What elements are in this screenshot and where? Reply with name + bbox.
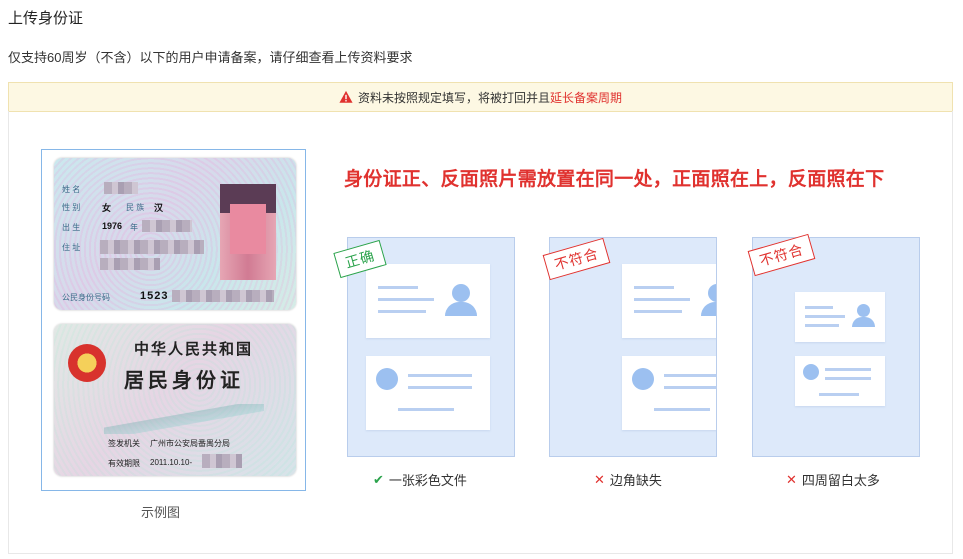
blurred-address [100,240,204,254]
sample-correct [347,237,515,457]
id-number-prefix: 1523 [140,290,169,302]
person-avatar-icon [857,304,870,317]
warning-highlight: 延长备案周期 [550,90,623,105]
great-wall-pattern [104,404,264,434]
blurred-validity [202,454,242,468]
caption-correct-text: 一张彩色文件 [388,473,467,488]
validity-value: 2011.10.10- [150,458,193,467]
mini-card-back [795,356,885,406]
check-icon: ✔ [373,471,384,487]
warning-bar: 资料未按照规定填写，将被打回并且 延长备案周期 [8,82,953,112]
caption-too-much-margin-text: 四周留白太多 [801,473,880,488]
emblem-icon [632,368,654,390]
birth-label: 出 生 [62,223,81,232]
placement-headline: 身份证正、反面照片需放置在同一处，正面照在上，反面照在下 [344,169,885,190]
portrait-face [230,204,266,254]
gender-label: 性 别 [62,203,81,212]
ethnicity-label: 民 族 [126,203,145,212]
caption-corner-missing-text: 边角缺失 [609,473,662,488]
mini-card-back [366,356,490,430]
warning-text: 资料未按照规定填写，将被打回并且 [357,90,550,105]
sample-too-much-margin [752,237,920,457]
national-emblem-icon [68,344,106,382]
blurred-birth [142,220,192,232]
id-number-label: 公民身份号码 [62,293,110,302]
blurred-address-2 [100,258,160,270]
back-title-country: 中华人民共和国 [134,340,254,358]
example-id-image: 姓 名 性 别 女 民 族 汉 出 生 1976 年 住 址 公民身份号码 15… [41,149,306,491]
blurred-id-number [172,290,274,302]
birth-year-suffix: 年 [130,223,138,232]
mini-card-front [366,264,490,338]
id-card-front: 姓 名 性 别 女 民 族 汉 出 生 1976 年 住 址 公民身份号码 15… [54,158,296,310]
person-avatar-icon [708,284,716,302]
back-title-card: 居民身份证 [124,368,244,392]
name-label: 姓 名 [62,185,81,194]
issuer-label: 签发机关 [108,439,140,448]
warning-triangle-icon [339,90,353,103]
ethnicity-value: 汉 [154,203,164,213]
mini-card-back [622,356,716,430]
blurred-name [104,182,138,194]
address-label: 住 址 [62,243,81,252]
caption-corner-missing: ✕ 边角缺失 [594,470,662,489]
mini-card-front [622,264,716,338]
emblem-icon [803,364,819,380]
cross-icon: ✕ [786,471,797,487]
page-title: 上传身份证 [8,10,84,27]
example-caption: 示例图 [141,505,181,520]
mini-card-front [795,292,885,342]
person-avatar-icon [452,284,470,302]
emblem-icon [376,368,398,390]
gender-value: 女 [102,203,112,213]
birth-year: 1976 [102,221,123,231]
upload-requirement-subtitle: 仅支持60周岁（不含）以下的用户申请备案，请仔细查看上传资料要求 [8,50,413,65]
caption-correct: ✔ 一张彩色文件 [373,470,467,489]
issuer-value: 广州市公安局番禺分局 [150,439,230,448]
validity-label: 有效期限 [108,459,140,468]
id-card-back: 中华人民共和国 居民身份证 签发机关 广州市公安局番禺分局 有效期限 2011.… [54,324,296,476]
caption-too-much-margin: ✕ 四周留白太多 [786,470,880,489]
cross-icon: ✕ [594,471,605,487]
